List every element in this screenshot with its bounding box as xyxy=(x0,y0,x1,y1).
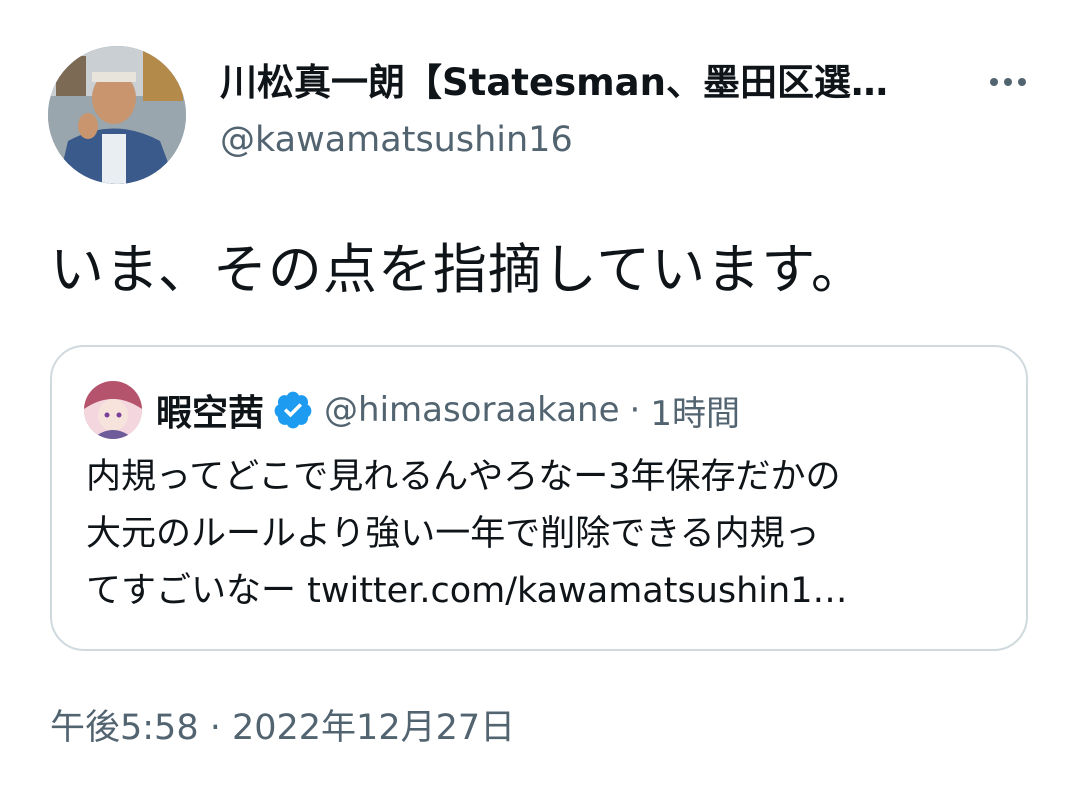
more-horizontal-icon-dot xyxy=(1018,78,1026,86)
tweet-text: いま、その点を指摘しています。 xyxy=(50,238,866,301)
quoted-text-line: 大元のルールより強い一年で削除できる内規っ xyxy=(86,514,820,554)
more-horizontal-icon xyxy=(990,78,998,86)
author-avatar[interactable] xyxy=(48,46,186,184)
quoted-time[interactable]: 1時間 xyxy=(650,386,740,435)
quoted-display-name[interactable]: 暇空茜 xyxy=(156,384,264,436)
author-display-name[interactable]: 川松真一朗【Statesman、墨田区選… xyxy=(220,58,920,108)
tweet-timestamp[interactable]: 午後5:58 · 2022年12月27日 xyxy=(50,704,515,752)
quoted-text-line-with-link[interactable]: てすごいなー twitter.com/kawamatsushin1… xyxy=(86,563,1006,620)
header-separator: · xyxy=(629,390,641,430)
quoted-tweet-header: 暇空茜 @himasoraakane · 1時間 xyxy=(156,383,740,437)
quoted-avatar-image xyxy=(84,381,142,439)
quoted-tweet-text: 内規ってどこで見れるんやろなー3年保存だかの 大元のルールより強い一年で削除でき… xyxy=(86,449,1006,620)
verified-badge-icon xyxy=(274,391,312,429)
avatar-image xyxy=(48,46,186,184)
more-horizontal-icon-dot xyxy=(1004,78,1012,86)
author-handle[interactable]: @kawamatsushin16 xyxy=(220,116,573,164)
tweet: 川松真一朗【Statesman、墨田区選… @kawamatsushin16 い… xyxy=(0,0,1080,802)
more-options-button[interactable] xyxy=(980,60,1036,104)
quoted-tweet[interactable]: 暇空茜 @himasoraakane · 1時間 内規ってどこで見れるんやろなー… xyxy=(50,345,1028,651)
quoted-text-line: 内規ってどこで見れるんやろなー3年保存だかの xyxy=(86,457,841,497)
quoted-author-avatar[interactable] xyxy=(84,381,142,439)
quoted-handle[interactable]: @himasoraakane xyxy=(324,390,620,430)
